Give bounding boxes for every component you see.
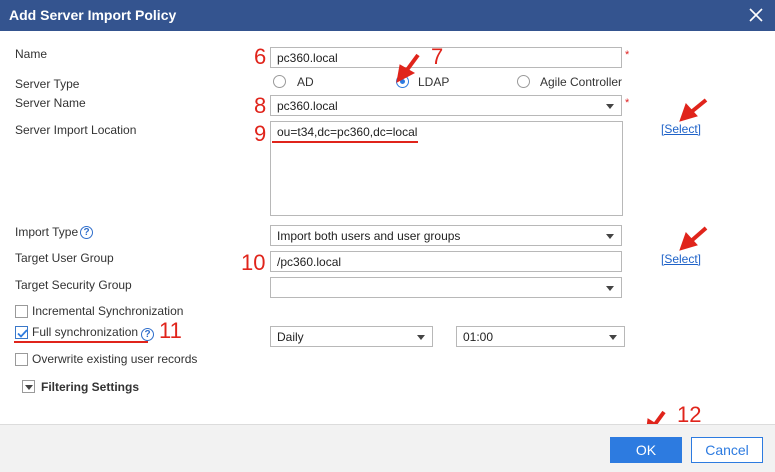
annotation-arrows [396, 53, 708, 437]
ok-button[interactable]: OK [610, 437, 682, 463]
arrow-icon [396, 53, 708, 437]
cancel-button[interactable]: Cancel [691, 437, 763, 463]
